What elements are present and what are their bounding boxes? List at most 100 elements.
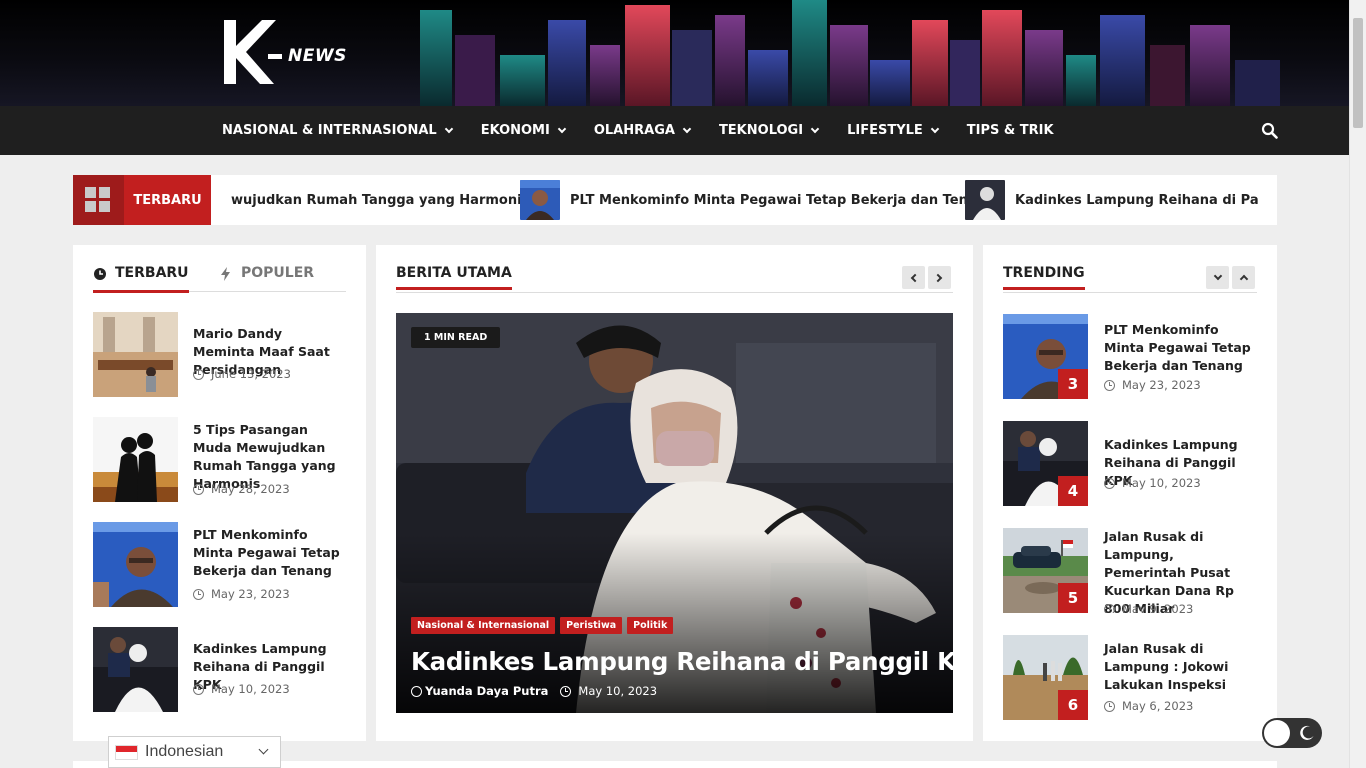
section-header: TRENDING <box>1003 265 1257 293</box>
date-text: May 9, 2023 <box>1122 602 1194 613</box>
nav-item-ekonomi[interactable]: EKONOMI <box>480 123 567 138</box>
nav-item-nasional[interactable]: NASIONAL & INTERNASIONAL <box>222 123 453 138</box>
rank-badge: 4 <box>1058 476 1088 506</box>
ticker-grid-icon-box <box>73 175 124 225</box>
trending-title[interactable]: Jalan Rusak di Lampung, Pemerintah Pusat… <box>1104 528 1256 613</box>
user-icon <box>411 685 422 697</box>
logo-text: NEWS <box>288 46 347 66</box>
nav-item-label: OLAHRAGA <box>593 123 675 138</box>
chevron-left-icon <box>910 273 920 282</box>
search-icon[interactable] <box>1261 122 1279 140</box>
nav-menu: NASIONAL & INTERNASIONAL EKONOMI OLAHRAG… <box>222 106 1083 155</box>
ticker-item-title: PLT Menkominfo Minta Pegawai Tetap Beker… <box>570 192 996 208</box>
grid-icon <box>85 187 110 212</box>
nav-item-label: TEKNOLOGI <box>718 123 804 138</box>
main-navbar: NASIONAL & INTERNASIONAL EKONOMI OLAHRAG… <box>0 106 1349 155</box>
author[interactable]: Yuanda Daya Putra <box>411 684 548 698</box>
site-logo[interactable]: NEWS <box>222 18 352 86</box>
category-tags: Nasional & Internasional Peristiwa Polit… <box>411 617 678 634</box>
tab-label: POPULER <box>241 265 315 281</box>
chevron-down-icon <box>1213 271 1222 281</box>
featured-title[interactable]: Kadinkes Lampung Reihana di Panggil KPK <box>411 647 953 676</box>
moon-icon <box>1300 725 1314 740</box>
trending-down-button[interactable] <box>1206 266 1229 289</box>
nav-item-lifestyle[interactable]: LIFESTYLE <box>847 123 940 138</box>
featured-slide[interactable]: 1 MIN READ Nasional & Internasional Peri… <box>396 313 953 713</box>
k-logo-mark <box>224 20 282 84</box>
list-item[interactable]: Mario Dandy Meminta Maaf Saat Persidanga… <box>93 312 346 397</box>
nav-item-label: NASIONAL & INTERNASIONAL <box>222 123 437 138</box>
post-thumbnail <box>93 627 178 712</box>
tab-terbaru[interactable]: TERBARU <box>93 265 189 293</box>
trending-title[interactable]: Jalan Rusak di Lampung : Jokowi Lakukan … <box>1104 640 1256 694</box>
nav-item-teknologi[interactable]: TEKNOLOGI <box>718 123 820 138</box>
list-item[interactable]: 5 Tips Pasangan Muda Mewujudkan Rumah Ta… <box>93 417 346 502</box>
category-tag[interactable]: Peristiwa <box>560 617 623 634</box>
post-date: May 10, 2023 <box>1104 476 1201 490</box>
ticker-track: wujudkan Rumah Tangga yang Harmonis PLT … <box>211 175 1258 225</box>
nav-item-label: TIPS & TRIK <box>966 123 1054 138</box>
ticker-item[interactable]: PLT Menkominfo Minta Pegawai Tetap Beker… <box>520 175 995 225</box>
post-date: May 10, 2023 <box>193 682 290 696</box>
trending-item[interactable]: 4 Kadinkes Lampung Reihana di Panggil KP… <box>1003 421 1257 506</box>
trending-item[interactable]: 5 Jalan Rusak di Lampung, Pemerintah Pus… <box>1003 528 1257 613</box>
rank-badge: 5 <box>1058 583 1088 613</box>
rank-badge: 3 <box>1058 369 1088 399</box>
post-thumbnail <box>93 312 178 397</box>
site-header: NEWS <box>0 0 1349 106</box>
tab-populer[interactable]: POPULER <box>219 265 314 292</box>
list-item[interactable]: Kadinkes Lampung Reihana di Panggil KPK … <box>93 627 346 712</box>
ticker-item[interactable]: Kadinkes Lampung Reihana di Panggil K <box>965 175 1258 225</box>
section-title: BERITA UTAMA <box>396 265 512 290</box>
dark-mode-toggle[interactable] <box>1262 718 1322 748</box>
category-tag[interactable]: Nasional & Internasional <box>411 617 556 634</box>
chevron-up-icon <box>1239 274 1248 284</box>
date-text: May 23, 2023 <box>211 587 290 601</box>
date-text: June 13, 2023 <box>211 367 291 381</box>
featured-date: May 10, 2023 <box>560 684 657 698</box>
clock-icon <box>94 268 106 280</box>
post-date: May 23, 2023 <box>193 587 290 601</box>
indonesia-flag-icon <box>115 744 138 760</box>
trending-item[interactable]: 3 PLT Menkominfo Minta Pegawai Tetap Bek… <box>1003 314 1257 399</box>
nav-item-label: LIFESTYLE <box>847 123 923 138</box>
latest-popular-panel: TERBARU POPULER Mario Dandy Meminta Maaf… <box>73 245 366 741</box>
clock-icon <box>193 368 204 380</box>
post-date: May 9, 2023 <box>1104 602 1193 613</box>
date-text: May 10, 2023 <box>211 682 290 696</box>
trending-panel: TRENDING 3 PLT Menkominfo Minta Pegawai … <box>983 245 1277 741</box>
headline-panel: BERITA UTAMA 1 MIN READ Nasional & Inter… <box>376 245 973 741</box>
date-text: May 28, 2023 <box>211 482 290 496</box>
clock-icon <box>560 685 572 697</box>
date-text: May 6, 2023 <box>1122 699 1194 713</box>
ticker-thumbnail <box>965 180 1005 220</box>
clock-icon <box>1104 477 1115 489</box>
nav-item-label: EKONOMI <box>480 123 550 138</box>
read-time-badge: 1 MIN READ <box>411 327 501 348</box>
chevron-right-icon <box>933 273 943 282</box>
chevron-down-icon <box>682 124 692 133</box>
post-date: May 28, 2023 <box>193 482 290 496</box>
section-header: BERITA UTAMA <box>396 265 953 293</box>
page-scrollbar[interactable] <box>1349 0 1366 768</box>
clock-icon <box>193 683 204 695</box>
trending-up-button[interactable] <box>1232 266 1255 289</box>
trending-item[interactable]: 6 Jalan Rusak di Lampung : Jokowi Lakuka… <box>1003 635 1257 720</box>
date-text: May 23, 2023 <box>1122 378 1201 392</box>
category-tag[interactable]: Politik <box>627 617 674 634</box>
ticker-label: TERBARU <box>124 175 211 225</box>
post-thumbnail <box>93 522 178 607</box>
nav-item-olahraga[interactable]: OLAHRAGA <box>593 123 692 138</box>
post-title[interactable]: PLT Menkominfo Minta Pegawai Tetap Beker… <box>193 526 343 580</box>
slider-prev-button[interactable] <box>902 266 925 289</box>
language-selector[interactable]: Indonesian <box>108 736 281 768</box>
news-ticker: TERBARU wujudkan Rumah Tangga yang Harmo… <box>73 175 1277 225</box>
chevron-down-icon <box>444 124 453 133</box>
ticker-item[interactable]: wujudkan Rumah Tangga yang Harmonis <box>231 175 529 225</box>
slider-next-button[interactable] <box>928 266 951 289</box>
list-item[interactable]: PLT Menkominfo Minta Pegawai Tetap Beker… <box>93 522 346 607</box>
scrollbar-thumb[interactable] <box>1353 18 1363 128</box>
date-text: May 10, 2023 <box>1122 476 1201 490</box>
trending-title[interactable]: PLT Menkominfo Minta Pegawai Tetap Beker… <box>1104 321 1256 375</box>
nav-item-tips-trik[interactable]: TIPS & TRIK <box>967 123 1054 138</box>
